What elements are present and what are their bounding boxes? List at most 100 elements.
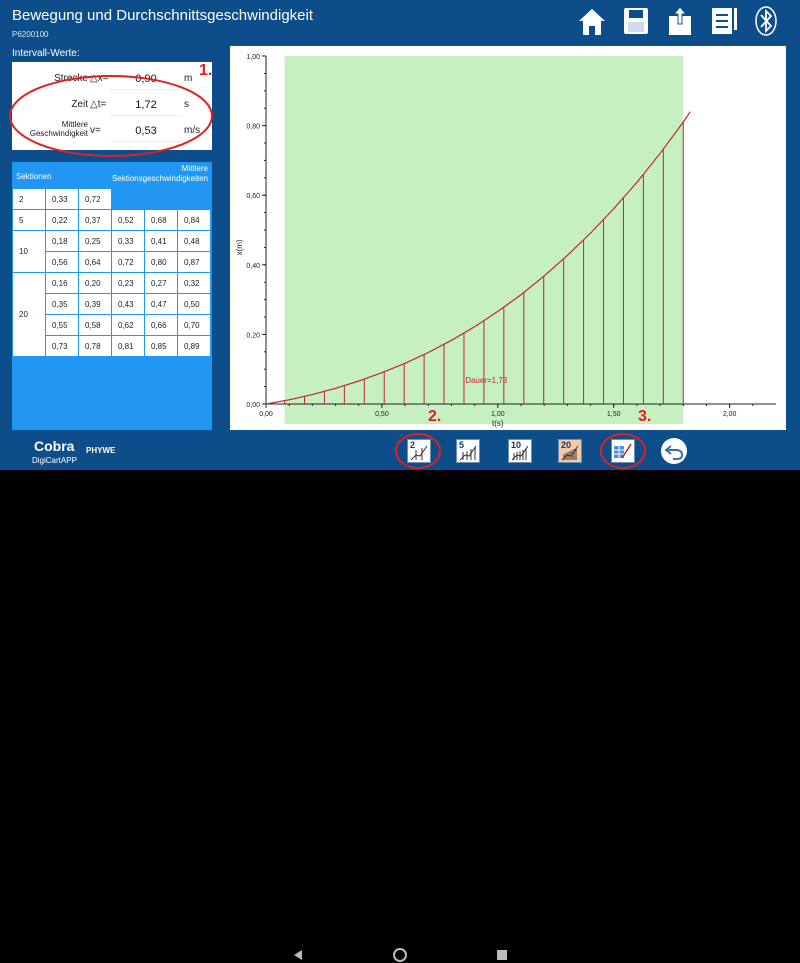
empty-cell bbox=[178, 189, 211, 210]
nav-recents-icon[interactable] bbox=[494, 947, 510, 963]
empty-cell bbox=[112, 189, 145, 210]
section-velocity-cell: 0,85 bbox=[144, 335, 178, 357]
save-icon[interactable] bbox=[620, 4, 652, 38]
sections-10-label: 10 bbox=[511, 440, 522, 450]
y-tick-label: 0,60 bbox=[246, 193, 260, 200]
y-tick-label: 0,20 bbox=[246, 332, 260, 339]
section-velocity-cell: 0,87 bbox=[177, 251, 211, 273]
sections-20-label: 20 bbox=[561, 440, 572, 450]
y-tick-label: 0,40 bbox=[246, 263, 260, 270]
section-velocity-cell: 0,73 bbox=[45, 335, 79, 357]
section-count-cell: 20 bbox=[12, 272, 46, 357]
distance-time-chart: 0,00 0,50 1,00 1,50 2,00 0,00 0,20 0,40 0,60 0,80… bbox=[235, 54, 776, 428]
section-velocity-cell: 0,72 bbox=[78, 188, 112, 210]
section-velocity-cell: 0,66 bbox=[144, 314, 178, 336]
section-count-cell: 5 bbox=[12, 209, 46, 231]
nav-back-icon[interactable] bbox=[290, 947, 306, 963]
cobra-logo: Cobra DigiCartAPP PHYWE bbox=[4, 436, 124, 468]
section-velocity-cell: 0,84 bbox=[177, 209, 211, 231]
section-velocity-cell: 0,32 bbox=[177, 272, 211, 294]
sections-header-left: Sektionen bbox=[16, 172, 52, 181]
sections-panel: Sektionen Mittlere Sektionsgeschwindigke… bbox=[12, 162, 212, 430]
x-tick-label: 0,00 bbox=[259, 411, 273, 418]
section-count-cell: 10 bbox=[12, 230, 46, 273]
section-velocity-cell: 0,43 bbox=[111, 293, 145, 315]
page-subtitle: P6200100 bbox=[12, 30, 49, 39]
section-velocity-cell: 0,16 bbox=[45, 272, 79, 294]
nav-home-icon[interactable] bbox=[392, 947, 408, 963]
app-window: Bewegung und Durchschnittsgeschwindigkei… bbox=[0, 0, 800, 470]
annotation-circle-1 bbox=[9, 75, 213, 157]
section-velocity-cell: 0,50 bbox=[177, 293, 211, 315]
section-velocity-cell: 0,48 bbox=[177, 230, 211, 252]
section-velocity-cell: 0,81 bbox=[111, 335, 145, 357]
x-axis-label: t(s) bbox=[492, 419, 504, 428]
section-velocity-cell: 0,41 bbox=[144, 230, 178, 252]
section-velocity-cell: 0,37 bbox=[78, 209, 112, 231]
empty-cell bbox=[145, 189, 178, 210]
section-velocity-cell: 0,56 bbox=[45, 251, 79, 273]
section-velocity-cell: 0,70 bbox=[177, 314, 211, 336]
chart-area: 0,00 0,50 1,00 1,50 2,00 0,00 0,20 0,40 0,60 0,80… bbox=[230, 46, 786, 430]
logo-sub: DigiCartAPP bbox=[32, 456, 77, 465]
section-velocity-cell: 0,27 bbox=[144, 272, 178, 294]
sections-10-button[interactable]: 10 bbox=[508, 439, 532, 463]
back-arrow-icon bbox=[664, 445, 684, 460]
duration-label: Dauer=1,73 bbox=[465, 376, 508, 385]
interval-values-title: Intervall-Werte: bbox=[12, 48, 80, 59]
section-count-cell: 2 bbox=[12, 188, 46, 210]
section-velocity-cell: 0,20 bbox=[78, 272, 112, 294]
sections-20-button[interactable]: 20 bbox=[558, 439, 582, 463]
section-velocity-cell: 0,68 bbox=[144, 209, 178, 231]
bluetooth-icon[interactable] bbox=[752, 4, 780, 38]
section-velocity-cell: 0,52 bbox=[111, 209, 145, 231]
y-tick-label: 0,00 bbox=[246, 402, 260, 409]
section-velocity-cell: 0,62 bbox=[111, 314, 145, 336]
table-row: 10 0,18 0,25 0,33 0,41 0,48 bbox=[12, 230, 211, 273]
section-velocity-cell: 0,23 bbox=[111, 272, 145, 294]
sections-header: Sektionen Mittlere Sektionsgeschwindigke… bbox=[12, 162, 212, 188]
section-velocity-cell: 0,18 bbox=[45, 230, 79, 252]
annotation-label-2: 2. bbox=[428, 408, 442, 425]
sections-5-label: 5 bbox=[459, 440, 465, 450]
table-row: 5 0,22 0,37 0,52 0,68 0,84 bbox=[12, 209, 211, 231]
notes-icon[interactable] bbox=[708, 4, 740, 38]
section-velocity-cell: 0,58 bbox=[78, 314, 112, 336]
section-velocity-cell: 0,72 bbox=[111, 251, 145, 273]
section-velocity-cell: 0,22 bbox=[45, 209, 79, 231]
section-velocity-cell: 0,25 bbox=[78, 230, 112, 252]
section-velocity-cell: 0,33 bbox=[111, 230, 145, 252]
home-icon[interactable] bbox=[576, 4, 608, 38]
y-tick-label: 0,80 bbox=[246, 124, 260, 131]
annotation-circle-3 bbox=[600, 433, 646, 469]
sections-table: 2 0,33 0,72 5 0,22 0,37 0,52 0,68 0,84 10 0,18 0,25… bbox=[12, 188, 211, 357]
share-icon[interactable] bbox=[664, 4, 696, 38]
sections-header-right-1: Mittlere bbox=[181, 164, 208, 173]
table-row: 20 0,16 0,20 0,23 0,27 0,32 bbox=[12, 272, 211, 357]
annotation-label-3: 3. bbox=[638, 408, 652, 425]
section-velocity-cell: 0,47 bbox=[144, 293, 178, 315]
header-bar: Bewegung und Durchschnittsgeschwindigkei… bbox=[0, 0, 800, 44]
annotation-circle-2 bbox=[395, 433, 441, 469]
sections-header-right-2: Sektionsgeschwindigkeiten bbox=[111, 174, 208, 183]
section-velocity-cell: 0,33 bbox=[45, 188, 79, 210]
android-nav-bar bbox=[0, 470, 800, 962]
y-tick-label: 1,00 bbox=[246, 54, 260, 61]
logo-company: PHYWE bbox=[86, 446, 116, 455]
back-button[interactable] bbox=[661, 438, 687, 464]
x-tick-label: 0,50 bbox=[375, 411, 389, 418]
section-velocity-cell: 0,55 bbox=[45, 314, 79, 336]
x-tick-label: 1,00 bbox=[491, 411, 505, 418]
section-velocity-cell: 0,64 bbox=[78, 251, 112, 273]
x-tick-label: 2,00 bbox=[723, 411, 737, 418]
table-row: 2 0,33 0,72 bbox=[12, 188, 211, 210]
page-title: Bewegung und Durchschnittsgeschwindigkei… bbox=[12, 7, 314, 24]
y-axis-label: x(m) bbox=[235, 239, 244, 255]
sections-5-button[interactable]: 5 bbox=[456, 439, 480, 463]
annotation-label-1: 1. bbox=[199, 62, 213, 79]
logo-brand: Cobra bbox=[34, 438, 75, 454]
section-velocity-cell: 0,80 bbox=[144, 251, 178, 273]
section-velocity-cell: 0,35 bbox=[45, 293, 79, 315]
section-velocity-cell: 0,78 bbox=[78, 335, 112, 357]
x-tick-label: 1,50 bbox=[607, 411, 621, 418]
